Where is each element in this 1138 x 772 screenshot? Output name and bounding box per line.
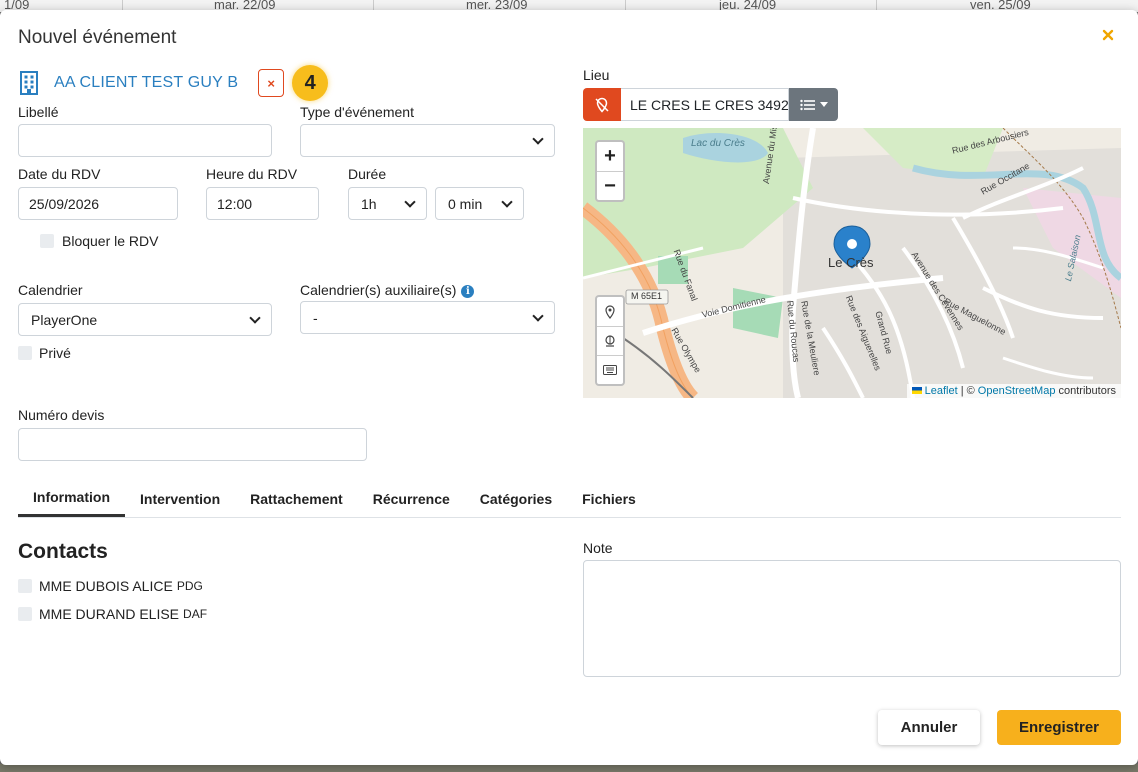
location-label: Lieu <box>583 67 610 83</box>
aux-calendar-label-text: Calendrier(s) auxiliaire(s) <box>300 282 457 298</box>
block-rdv-label: Bloquer le RDV <box>62 233 159 249</box>
location-input[interactable]: LE CRES LE CRES 34920 <box>621 88 789 121</box>
duration-minutes-select[interactable]: 0 min <box>435 187 524 220</box>
tab-rattachement[interactable]: Rattachement <box>235 480 358 517</box>
marker-icon[interactable] <box>597 326 623 355</box>
modal-title: Nouvel événement <box>18 27 177 48</box>
event-type-label: Type d'événement <box>300 104 414 120</box>
contact-name: MME DURAND ELISE <box>39 606 180 622</box>
ukraine-flag-icon <box>911 387 922 394</box>
close-icon[interactable] <box>1102 28 1114 46</box>
contact-item[interactable]: MME DUBOIS ALICE PDG <box>18 578 203 594</box>
save-button[interactable]: Enregistrer <box>997 710 1121 745</box>
event-type-select[interactable] <box>300 124 555 157</box>
contact-role: DAF <box>183 607 208 621</box>
osm-link[interactable]: OpenStreetMap <box>978 385 1056 397</box>
duration-hours-select[interactable]: 1h <box>348 187 427 220</box>
private-checkbox[interactable] <box>18 346 32 360</box>
note-textarea[interactable] <box>583 560 1121 677</box>
tab-fichiers[interactable]: Fichiers <box>567 480 651 517</box>
map-attribution: Leaflet | © OpenStreetMap contributors <box>906 384 1121 398</box>
date-label: Date du RDV <box>18 166 101 182</box>
tab-intervention[interactable]: Intervention <box>125 480 235 517</box>
map-zoom-control: + − <box>595 140 625 202</box>
location-bar: LE CRES LE CRES 34920 <box>583 88 838 121</box>
new-event-modal: Nouvel événement AA CLIENT TEST GUY B × … <box>0 10 1138 765</box>
building-icon <box>18 71 40 95</box>
location-map[interactable]: Lac du Crès Le Crès M 65E1 Avenue du Mis… <box>583 128 1121 398</box>
zoom-out-button[interactable]: − <box>597 171 623 200</box>
client-name[interactable]: AA CLIENT TEST GUY B <box>54 74 238 92</box>
pin-icon[interactable] <box>597 297 623 326</box>
attribution-contributors: contributors <box>1058 385 1116 397</box>
map-tools-control <box>595 295 625 386</box>
duration-hours-value: 1h <box>361 195 377 212</box>
duration-minutes-value: 0 min <box>448 195 483 212</box>
quote-number-label: Numéro devis <box>18 407 105 423</box>
block-rdv-row[interactable]: Bloquer le RDV <box>40 233 159 249</box>
contact-checkbox[interactable] <box>18 579 32 593</box>
keyboard-icon[interactable] <box>597 355 623 384</box>
background-footer <box>0 764 1138 772</box>
list-dropdown-icon[interactable] <box>789 88 838 121</box>
calendar-label: Calendrier <box>18 282 83 298</box>
map-lake-label: Lac du Crès <box>691 138 745 149</box>
tab-bar: Information Intervention Rattachement Ré… <box>18 480 1121 518</box>
zoom-in-button[interactable]: + <box>597 142 623 171</box>
aux-calendar-label: Calendrier(s) auxiliaire(s) i <box>300 282 475 298</box>
info-icon[interactable]: i <box>461 285 475 298</box>
contact-role: PDG <box>176 579 203 593</box>
calendar-select[interactable]: PlayerOne <box>18 303 272 336</box>
note-label: Note <box>583 540 613 556</box>
private-label: Privé <box>39 345 71 361</box>
quote-number-input[interactable] <box>18 428 367 461</box>
block-rdv-checkbox[interactable] <box>40 234 54 248</box>
libelle-input[interactable] <box>18 124 272 157</box>
cancel-button[interactable]: Annuler <box>878 710 980 745</box>
attribution-separator: | © <box>960 385 975 397</box>
map-place-label: Le Crès <box>828 255 874 270</box>
aux-calendar-value: - <box>313 309 318 326</box>
contact-item[interactable]: MME DURAND ELISE DAF <box>18 606 207 622</box>
chevron-down-icon <box>532 309 544 322</box>
chevron-down-icon <box>404 195 416 208</box>
aux-calendar-select[interactable]: - <box>300 301 555 334</box>
duration-label: Durée <box>348 166 387 182</box>
tab-information[interactable]: Information <box>18 480 125 517</box>
calendar-value: PlayerOne <box>31 311 98 328</box>
contact-checkbox[interactable] <box>18 607 32 621</box>
libelle-label: Libellé <box>18 104 59 120</box>
contacts-title: Contacts <box>18 540 108 563</box>
chevron-down-icon <box>249 311 261 324</box>
leaflet-link[interactable]: Leaflet <box>925 385 958 397</box>
time-input[interactable]: 12:00 <box>206 187 319 220</box>
tab-categories[interactable]: Catégories <box>465 480 567 517</box>
client-row: AA CLIENT TEST GUY B × 4 <box>18 65 329 101</box>
location-off-icon[interactable] <box>583 88 621 121</box>
chevron-down-icon <box>532 132 544 145</box>
date-input[interactable]: 25/09/2026 <box>18 187 178 220</box>
private-row[interactable]: Privé <box>18 345 71 361</box>
chevron-down-icon <box>501 195 513 208</box>
remove-client-button[interactable]: × <box>258 69 285 97</box>
time-label: Heure du RDV <box>206 166 298 182</box>
step-badge: 4 <box>292 65 329 101</box>
contact-name: MME DUBOIS ALICE <box>39 578 173 594</box>
tab-recurrence[interactable]: Récurrence <box>358 480 465 517</box>
map-road-label: M 65E1 <box>631 291 663 301</box>
